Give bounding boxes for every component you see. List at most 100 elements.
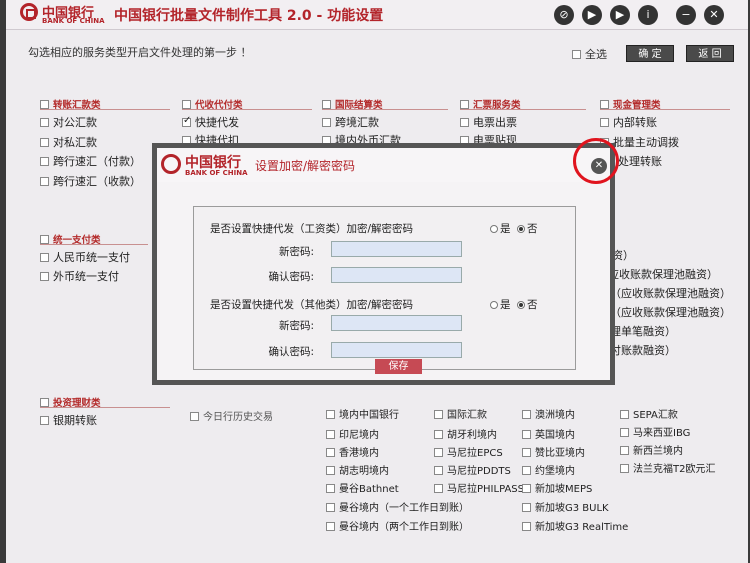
item-b1-6[interactable]: 曼谷境内（两个工作日到账） <box>326 518 469 533</box>
section-title-cash: 现金管理类 <box>600 97 661 113</box>
new-password-input-2[interactable] <box>331 315 462 331</box>
item-b3-0[interactable]: 澳洲境内 <box>522 406 575 421</box>
divider <box>40 407 170 408</box>
label-new-password-2: 新密码: <box>278 320 314 332</box>
item-right-5[interactable]: 付账款融资） <box>610 342 676 358</box>
dialog-form: 是否设置快捷代发（工资类）加密/解密密码 是 否 新密码: 确认密码: 是否设置… <box>193 206 576 370</box>
divider <box>600 109 730 110</box>
section-title-transfer: 转账汇款类 <box>40 97 101 113</box>
radio-button <box>490 225 498 233</box>
item-right-0[interactable]: 资） <box>612 247 634 263</box>
item-right-4[interactable]: 理单笔融资） <box>610 323 676 339</box>
item-b2-3[interactable]: 马尼拉PDDTS <box>434 462 511 477</box>
logo-text-en: BANK OF CHINA <box>42 17 105 25</box>
checkbox[interactable] <box>40 100 49 109</box>
item-b1-4[interactable]: 曼谷Bathnet <box>326 480 399 495</box>
item-b1-3[interactable]: 胡志明境内 <box>326 462 389 477</box>
item-b2-4[interactable]: 马尼拉PHILPASS <box>434 480 524 495</box>
item-intl-0[interactable]: 跨境汇款 <box>322 114 379 130</box>
checkbox[interactable] <box>322 100 331 109</box>
item-b4-2[interactable]: 新西兰境内 <box>620 442 683 457</box>
item-b3-2[interactable]: 赞比亚境内 <box>522 444 585 459</box>
checkbox[interactable] <box>40 398 49 407</box>
radio-button <box>517 301 525 309</box>
minimize-icon[interactable]: − <box>676 5 696 25</box>
boc-logo-icon <box>20 3 38 21</box>
item-b2-2[interactable]: 马尼拉EPCS <box>434 444 503 459</box>
link-icon[interactable]: ⊘ <box>554 5 574 25</box>
item-transfer-1[interactable]: 对私汇款 <box>40 134 97 150</box>
checkbox[interactable] <box>40 235 49 244</box>
divider <box>322 109 448 110</box>
divider <box>40 109 170 110</box>
item-b2-1[interactable]: 胡牙利境内 <box>434 426 497 441</box>
radio-salary-no[interactable]: 否 <box>517 221 538 236</box>
item-right-1[interactable]: 应收账款保理池融资） <box>608 266 718 282</box>
select-all-label: 全选 <box>585 48 607 61</box>
instruction-text: 勾选相应的服务类型开启文件处理的第一步 ！ <box>28 46 252 59</box>
divider <box>460 109 586 110</box>
item-unified-1[interactable]: 外币统一支付 <box>40 268 119 284</box>
close-icon[interactable]: ✕ <box>704 5 724 25</box>
highlight-circle <box>573 138 619 184</box>
checkbox[interactable] <box>460 100 469 109</box>
confirm-button[interactable]: 确 定 <box>626 45 674 62</box>
item-b3-4[interactable]: 新加坡MEPS <box>522 480 592 495</box>
radio-salary-yes[interactable]: 是 <box>490 221 511 236</box>
radio-button <box>490 301 498 309</box>
item-invest-0[interactable]: 银期转账 <box>40 412 97 428</box>
item-cash-0[interactable]: 内部转账 <box>600 114 657 130</box>
save-button[interactable]: 保存 <box>375 359 422 374</box>
item-b3-6[interactable]: 新加坡G3 RealTime <box>522 518 628 533</box>
select-all-checkbox[interactable]: 全选 <box>572 46 607 62</box>
item-b1-1[interactable]: 印尼境内 <box>326 426 379 441</box>
item-b4-3[interactable]: 法兰克福T2欧元汇 <box>620 460 715 475</box>
checkbox[interactable] <box>600 100 609 109</box>
back-button[interactable]: 返 回 <box>686 45 734 62</box>
dialog-logo: 中国银行 BANK OF CHINA <box>161 152 253 180</box>
divider <box>40 244 148 245</box>
item-b4-1[interactable]: 马来西亚IBG <box>620 424 690 439</box>
play-icon[interactable]: ▶ <box>582 5 602 25</box>
confirm-password-input-1[interactable] <box>331 267 462 283</box>
item-b3-3[interactable]: 约堡境内 <box>522 462 575 477</box>
checkbox[interactable] <box>572 50 581 59</box>
title-bar: 中国银行 BANK OF CHINA 中国银行批量文件制作工具 2.0 - 功能… <box>6 0 748 30</box>
app-window: 中国银行 BANK OF CHINA 中国银行批量文件制作工具 2.0 - 功能… <box>6 0 748 563</box>
boc-logo-icon <box>161 154 181 174</box>
item-b1-5[interactable]: 曼谷境内（一个工作日到账） <box>326 499 469 514</box>
item-b3-5[interactable]: 新加坡G3 BULK <box>522 499 609 514</box>
item-right-2[interactable]: （应收账款保理池融资） <box>610 285 731 301</box>
section-title-agency: 代收代付类 <box>182 97 243 113</box>
new-password-input-1[interactable] <box>331 241 462 257</box>
dialog-header: 中国银行 BANK OF CHINA 设置加密/解密密码 ✕ <box>157 148 610 182</box>
item-b1-0[interactable]: 境内中国银行 <box>326 406 399 421</box>
label-confirm-password-2: 确认密码: <box>268 346 314 358</box>
item-history[interactable]: 今日行历史交易 <box>190 408 273 423</box>
item-draft-0[interactable]: 电票出票 <box>460 114 517 130</box>
radio-other-no[interactable]: 否 <box>517 297 538 312</box>
section-title-invest: 投资理财类 <box>40 395 101 411</box>
next-icon[interactable]: ▶ <box>610 5 630 25</box>
boc-logo: 中国银行 BANK OF CHINA <box>20 2 110 28</box>
item-unified-0[interactable]: 人民币统一支付 <box>40 249 130 265</box>
checkbox[interactable] <box>182 100 191 109</box>
radio-other-yes[interactable]: 是 <box>490 297 511 312</box>
question-other: 是否设置快捷代发（其他类）加密/解密密码 <box>210 299 414 311</box>
label-confirm-password-1: 确认密码: <box>268 271 314 283</box>
item-transfer-2[interactable]: 跨行速汇（付款） <box>40 153 141 169</box>
item-cash-2[interactable]: 处理转账 <box>618 153 662 169</box>
item-b2-0[interactable]: 国际汇款 <box>434 406 487 421</box>
item-right-3[interactable]: （应收账款保理池融资） <box>610 304 731 320</box>
item-b1-2[interactable]: 香港境内 <box>326 444 379 459</box>
item-transfer-0[interactable]: 对公汇款 <box>40 114 97 130</box>
section-title-draft: 汇票服务类 <box>460 97 521 113</box>
info-icon[interactable]: i <box>638 5 658 25</box>
confirm-password-input-2[interactable] <box>331 342 462 358</box>
item-b3-1[interactable]: 英国境内 <box>522 426 575 441</box>
label-new-password-1: 新密码: <box>278 246 314 258</box>
dialog-title: 设置加密/解密密码 <box>255 159 356 173</box>
item-agency-0[interactable]: 快捷代发 <box>182 114 239 130</box>
item-transfer-3[interactable]: 跨行速汇（收款） <box>40 173 141 189</box>
item-b4-0[interactable]: SEPA汇款 <box>620 406 678 421</box>
